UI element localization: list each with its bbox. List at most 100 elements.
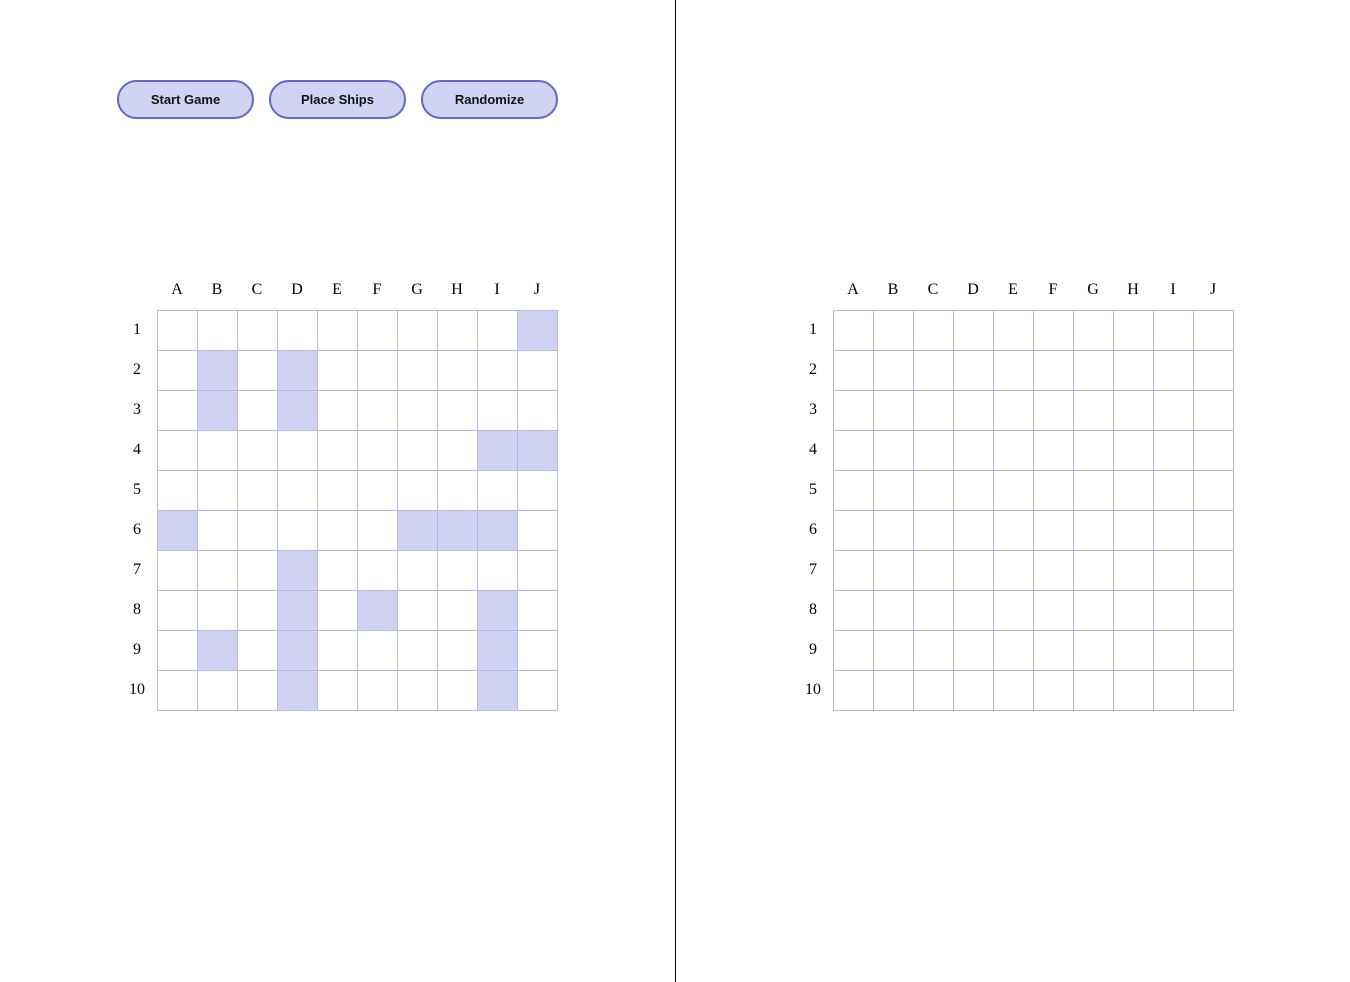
grid-cell[interactable]	[1114, 631, 1154, 671]
grid-cell[interactable]	[914, 591, 954, 631]
grid-cell[interactable]	[954, 311, 994, 351]
grid-cell[interactable]	[1114, 551, 1154, 591]
grid-cell[interactable]	[914, 511, 954, 551]
grid-cell[interactable]	[994, 671, 1034, 711]
grid-cell[interactable]	[478, 311, 518, 351]
grid-cell[interactable]	[874, 471, 914, 511]
grid-cell[interactable]	[238, 471, 278, 511]
grid-cell[interactable]	[994, 631, 1034, 671]
grid-cell[interactable]	[158, 671, 198, 711]
grid-cell[interactable]	[994, 471, 1034, 511]
ship-cell[interactable]	[198, 351, 238, 391]
grid-cell[interactable]	[438, 471, 478, 511]
grid-cell[interactable]	[358, 311, 398, 351]
grid-cell[interactable]	[834, 351, 874, 391]
ship-cell[interactable]	[198, 391, 238, 431]
grid-cell[interactable]	[478, 551, 518, 591]
grid-cell[interactable]	[834, 551, 874, 591]
grid-cell[interactable]	[358, 471, 398, 511]
grid-cell[interactable]	[1074, 671, 1114, 711]
grid-cell[interactable]	[198, 511, 238, 551]
grid-cell[interactable]	[1034, 311, 1074, 351]
grid-cell[interactable]	[1154, 671, 1194, 711]
grid-cell[interactable]	[358, 351, 398, 391]
grid-cell[interactable]	[1034, 551, 1074, 591]
grid-cell[interactable]	[1114, 431, 1154, 471]
grid-cell[interactable]	[1194, 471, 1234, 511]
grid-cell[interactable]	[358, 551, 398, 591]
grid-cell[interactable]	[994, 431, 1034, 471]
ship-cell[interactable]	[438, 511, 478, 551]
grid-cell[interactable]	[198, 551, 238, 591]
grid-cell[interactable]	[954, 551, 994, 591]
grid-cell[interactable]	[1154, 431, 1194, 471]
grid-cell[interactable]	[358, 431, 398, 471]
grid-cell[interactable]	[1194, 591, 1234, 631]
ship-cell[interactable]	[278, 351, 318, 391]
grid-cell[interactable]	[1034, 391, 1074, 431]
grid-cell[interactable]	[914, 671, 954, 711]
ship-cell[interactable]	[478, 671, 518, 711]
grid-cell[interactable]	[318, 351, 358, 391]
grid-cell[interactable]	[954, 471, 994, 511]
grid-cell[interactable]	[1154, 511, 1194, 551]
grid-cell[interactable]	[158, 311, 198, 351]
grid-cell[interactable]	[1074, 391, 1114, 431]
grid-cell[interactable]	[358, 391, 398, 431]
grid-cell[interactable]	[438, 591, 478, 631]
grid-cell[interactable]	[994, 551, 1034, 591]
grid-cell[interactable]	[914, 391, 954, 431]
grid-cell[interactable]	[438, 351, 478, 391]
ship-cell[interactable]	[278, 391, 318, 431]
grid-cell[interactable]	[318, 431, 358, 471]
grid-cell[interactable]	[1194, 351, 1234, 391]
grid-cell[interactable]	[1194, 391, 1234, 431]
ship-cell[interactable]	[478, 511, 518, 551]
grid-cell[interactable]	[1074, 511, 1114, 551]
grid-cell[interactable]	[318, 631, 358, 671]
grid-cell[interactable]	[278, 431, 318, 471]
grid-cell[interactable]	[1154, 391, 1194, 431]
grid-cell[interactable]	[158, 351, 198, 391]
grid-cell[interactable]	[1114, 591, 1154, 631]
grid-cell[interactable]	[954, 511, 994, 551]
grid-cell[interactable]	[874, 511, 914, 551]
grid-cell[interactable]	[398, 351, 438, 391]
grid-cell[interactable]	[1074, 551, 1114, 591]
grid-cell[interactable]	[238, 431, 278, 471]
ship-cell[interactable]	[398, 511, 438, 551]
grid-cell[interactable]	[874, 551, 914, 591]
grid-cell[interactable]	[834, 431, 874, 471]
ship-cell[interactable]	[358, 591, 398, 631]
grid-cell[interactable]	[518, 391, 558, 431]
grid-cell[interactable]	[874, 591, 914, 631]
grid-cell[interactable]	[834, 631, 874, 671]
grid-cell[interactable]	[438, 631, 478, 671]
grid-cell[interactable]	[1154, 311, 1194, 351]
grid-cell[interactable]	[1114, 511, 1154, 551]
grid-cell[interactable]	[398, 431, 438, 471]
randomize-button[interactable]: Randomize	[421, 80, 558, 119]
grid-cell[interactable]	[1194, 311, 1234, 351]
grid-cell[interactable]	[318, 551, 358, 591]
grid-cell[interactable]	[1194, 511, 1234, 551]
grid-cell[interactable]	[1114, 311, 1154, 351]
grid-cell[interactable]	[954, 351, 994, 391]
grid-cell[interactable]	[1114, 351, 1154, 391]
grid-cell[interactable]	[1154, 471, 1194, 511]
place-ships-button[interactable]: Place Ships	[269, 80, 406, 119]
grid-cell[interactable]	[398, 311, 438, 351]
grid-cell[interactable]	[518, 511, 558, 551]
grid-cell[interactable]	[198, 311, 238, 351]
grid-cell[interactable]	[994, 511, 1034, 551]
grid-cell[interactable]	[954, 671, 994, 711]
grid-cell[interactable]	[198, 431, 238, 471]
grid-cell[interactable]	[874, 351, 914, 391]
grid-cell[interactable]	[518, 471, 558, 511]
grid-cell[interactable]	[478, 471, 518, 511]
grid-cell[interactable]	[278, 311, 318, 351]
grid-cell[interactable]	[954, 631, 994, 671]
grid-cell[interactable]	[318, 311, 358, 351]
grid-cell[interactable]	[158, 591, 198, 631]
grid-cell[interactable]	[438, 431, 478, 471]
